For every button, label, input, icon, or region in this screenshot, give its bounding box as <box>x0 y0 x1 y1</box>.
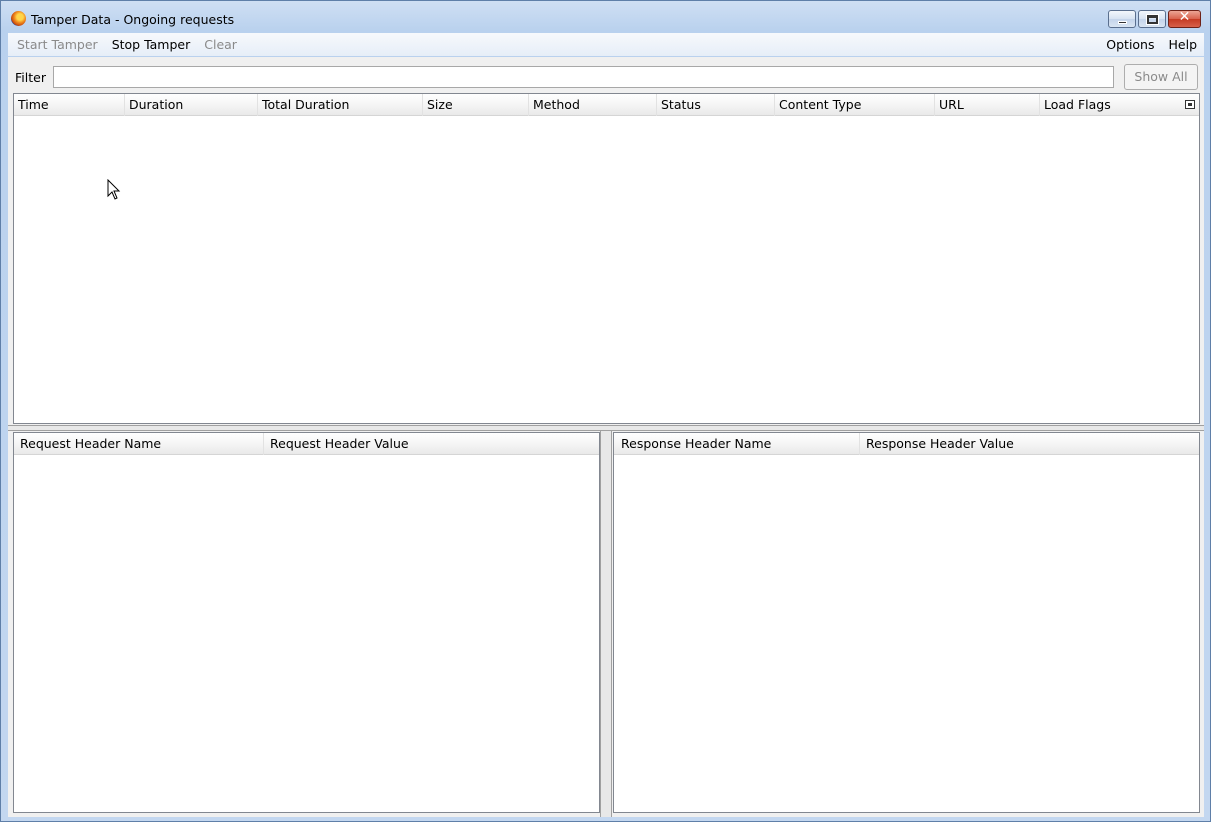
filter-label: Filter <box>15 70 46 85</box>
firefox-icon <box>11 11 26 26</box>
requests-table-header: Time Duration Total Duration Size Method… <box>14 94 1199 116</box>
help-menu[interactable]: Help <box>1164 37 1203 52</box>
col-status[interactable]: Status <box>657 94 775 116</box>
maximize-button[interactable] <box>1138 10 1166 28</box>
maximize-icon <box>1146 14 1159 25</box>
mouse-cursor-icon <box>107 179 121 200</box>
window-title: Tamper Data - Ongoing requests <box>31 12 235 27</box>
tamper-data-window: Tamper Data - Ongoing requests ✕ Start T… <box>0 0 1211 822</box>
col-total-duration[interactable]: Total Duration <box>258 94 423 116</box>
col-content-type[interactable]: Content Type <box>775 94 935 116</box>
close-icon: ✕ <box>1178 9 1191 25</box>
col-method[interactable]: Method <box>529 94 657 116</box>
col-response-header-name[interactable]: Response Header Name <box>614 433 860 455</box>
minimize-button[interactable] <box>1108 10 1136 28</box>
requests-table[interactable]: Time Duration Total Duration Size Method… <box>13 93 1200 424</box>
request-headers-table[interactable]: Request Header Name Request Header Value <box>13 432 600 813</box>
response-headers-table[interactable]: Response Header Name Response Header Val… <box>613 432 1200 813</box>
menu-bar: Start Tamper Stop Tamper Clear Options H… <box>8 33 1204 56</box>
col-request-header-name[interactable]: Request Header Name <box>14 433 264 455</box>
window-controls: ✕ <box>1106 9 1201 30</box>
minimize-icon <box>1118 21 1127 24</box>
options-menu[interactable]: Options <box>1101 37 1159 52</box>
column-picker-icon[interactable] <box>1185 100 1195 109</box>
filter-input[interactable] <box>53 66 1114 88</box>
col-time[interactable]: Time <box>14 94 125 116</box>
col-url[interactable]: URL <box>935 94 1040 116</box>
stop-tamper-menu[interactable]: Stop Tamper <box>107 37 196 52</box>
vertical-splitter[interactable] <box>600 431 612 817</box>
show-all-button[interactable]: Show All <box>1124 64 1198 90</box>
col-response-header-value[interactable]: Response Header Value <box>860 433 1199 455</box>
title-bar[interactable]: Tamper Data - Ongoing requests ✕ <box>1 1 1210 35</box>
close-button[interactable]: ✕ <box>1168 9 1201 28</box>
col-load-flags[interactable]: Load Flags <box>1040 94 1180 116</box>
content-area: Filter Show All Time Duration Total Dura… <box>8 57 1204 817</box>
col-duration[interactable]: Duration <box>125 94 258 116</box>
start-tamper-menu[interactable]: Start Tamper <box>12 37 103 52</box>
clear-menu[interactable]: Clear <box>199 37 242 52</box>
response-headers-header: Response Header Name Response Header Val… <box>614 433 1199 455</box>
col-size[interactable]: Size <box>423 94 529 116</box>
col-request-header-value[interactable]: Request Header Value <box>264 433 599 455</box>
request-headers-header: Request Header Name Request Header Value <box>14 433 599 455</box>
